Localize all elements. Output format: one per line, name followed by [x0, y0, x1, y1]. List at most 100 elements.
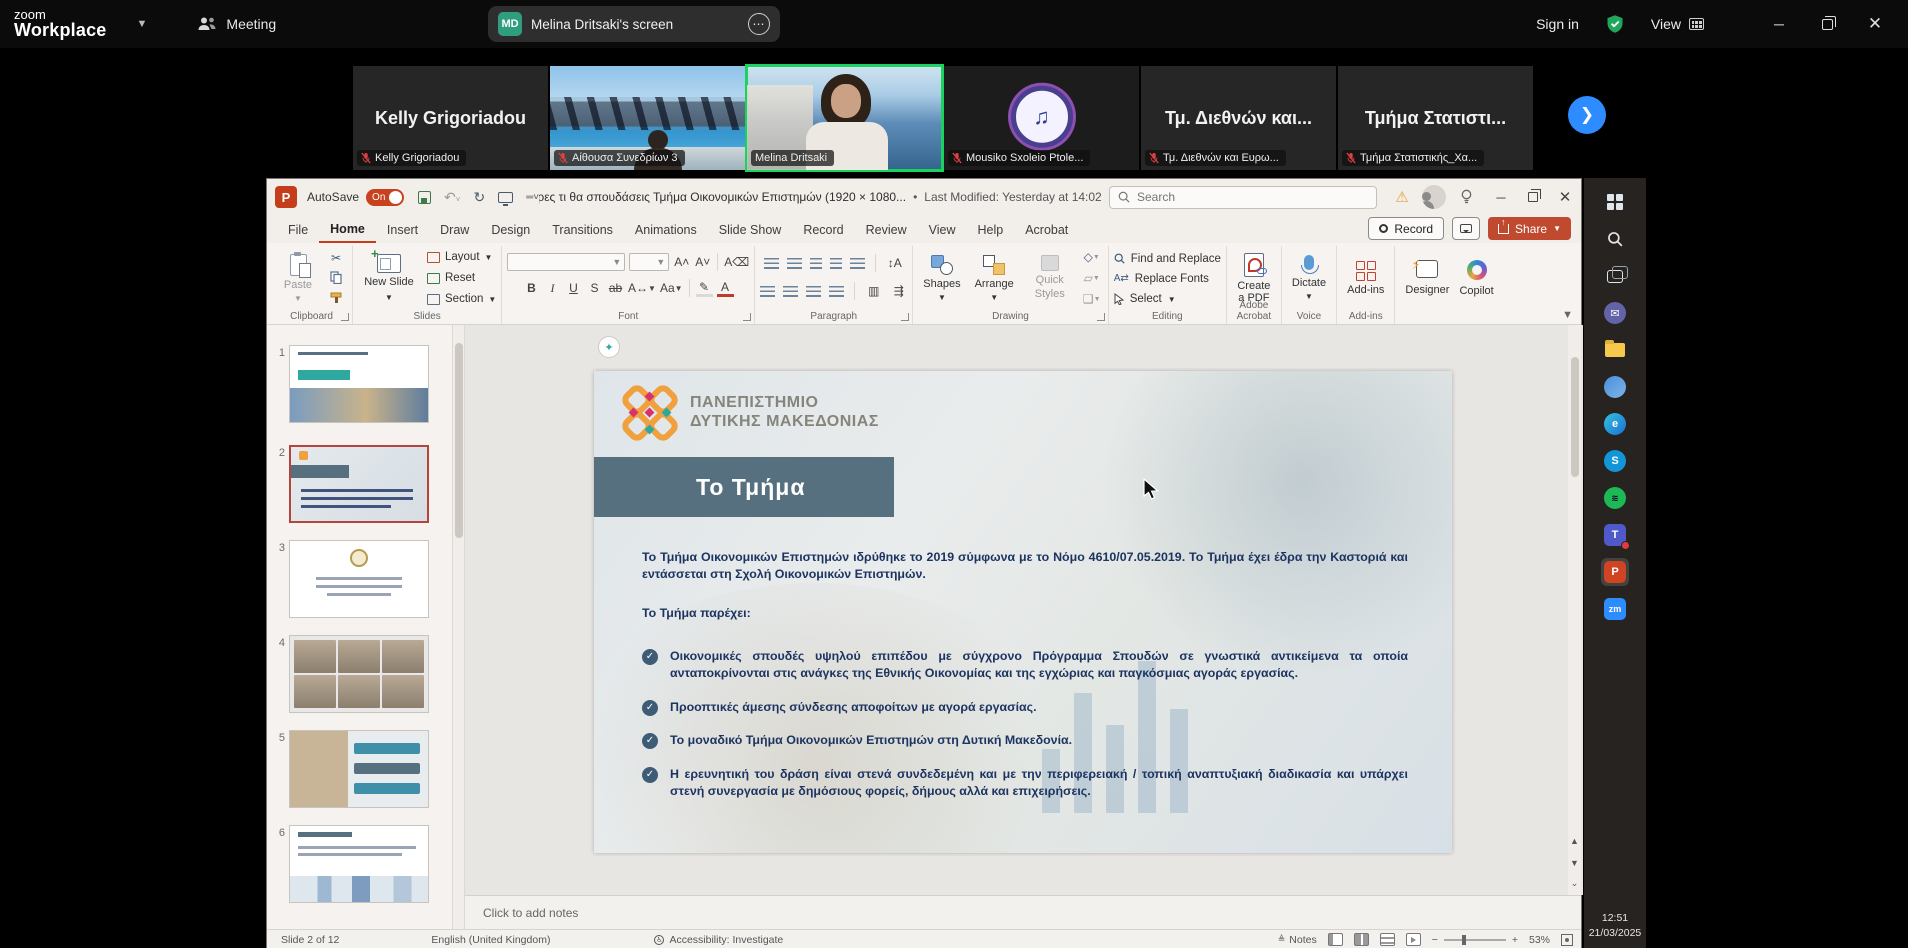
slide-thumbnail-1[interactable] [289, 345, 429, 423]
numbering-icon[interactable] [787, 258, 802, 269]
ribbon-tab-view[interactable]: View [918, 215, 967, 243]
previous-slide-button[interactable]: ▲ [1568, 831, 1581, 851]
slide-thumbnail-3[interactable] [289, 540, 429, 618]
ppt-minimize-button[interactable]: ─ [1485, 182, 1517, 212]
slideshow-icon[interactable] [498, 192, 513, 203]
save-icon[interactable] [418, 191, 431, 204]
video-tile-statistikis[interactable]: Τμήμα Στατιστι... Τμήμα Στατιστικής_Χα..… [1338, 66, 1533, 170]
account-icon[interactable] [1421, 184, 1447, 210]
ribbon-tab-record[interactable]: Record [792, 215, 854, 243]
share-button[interactable]: Share ▼ [1488, 217, 1571, 240]
new-slide-button[interactable]: New Slide ▼ [358, 248, 420, 308]
create-pdf-button[interactable]: Create a PDF [1232, 248, 1276, 308]
fit-slide-to-window-icon[interactable] [1561, 934, 1573, 946]
underline-icon[interactable]: U [565, 280, 582, 297]
ribbon-tab-review[interactable]: Review [855, 215, 918, 243]
slide-scrollbar[interactable]: ▲ ▼ ⌄ [1568, 325, 1581, 895]
view-button[interactable]: View [1651, 16, 1704, 32]
start-button[interactable] [1601, 188, 1629, 216]
lightbulb-icon[interactable] [1453, 184, 1479, 210]
notes-pane[interactable]: Click to add notes [465, 895, 1581, 929]
minimize-button[interactable]: ─ [1762, 9, 1796, 39]
edge-icon[interactable]: e [1601, 410, 1629, 438]
video-tile-melina[interactable]: Melina Dritsaki [747, 66, 942, 170]
text-direction-icon[interactable]: ↕A [886, 255, 903, 272]
dictate-button[interactable]: Dictate ▼ [1287, 248, 1331, 308]
find-replace-button[interactable]: Find and Replace [1114, 250, 1221, 267]
ribbon-tab-animations[interactable]: Animations [624, 215, 708, 243]
skype-icon[interactable]: S [1601, 447, 1629, 475]
justify-icon[interactable] [829, 286, 844, 297]
align-left-icon[interactable] [760, 286, 775, 297]
language-indicator[interactable]: English (United Kingdom) [431, 934, 550, 946]
video-tile-diethnon[interactable]: Τμ. Διεθνών και... Τμ. Διεθνών και Ευρω.… [1141, 66, 1336, 170]
security-shield-icon[interactable] [1605, 13, 1625, 35]
zoom-in-icon[interactable]: + [1512, 934, 1518, 946]
bullets-icon[interactable] [764, 258, 779, 269]
shape-fill-icon[interactable]: ◇▼ [1081, 248, 1103, 266]
scrollbar-thumb[interactable] [455, 343, 463, 538]
ppt-restore-button[interactable] [1517, 182, 1549, 212]
comments-button[interactable] [1452, 217, 1480, 240]
normal-view-button[interactable] [1328, 933, 1343, 946]
more-options-icon[interactable]: ⋯ [748, 13, 770, 35]
video-tile-room[interactable]: Αίθουσα Συνεδρίων 3 [550, 66, 745, 170]
ribbon-tab-help[interactable]: Help [966, 215, 1014, 243]
select-button[interactable]: Select ▼ [1114, 291, 1176, 308]
ribbon-tab-file[interactable]: File [277, 215, 319, 243]
slideshow-view-button[interactable] [1406, 933, 1421, 946]
bold-icon[interactable]: B [523, 280, 540, 297]
shape-effects-icon[interactable]: ❑▼ [1081, 290, 1103, 308]
slide-thumbnail-4[interactable] [289, 635, 429, 713]
powerpoint-taskbar-icon[interactable]: P [1601, 558, 1629, 586]
italic-icon[interactable]: I [544, 280, 561, 297]
ribbon-tab-transitions[interactable]: Transitions [541, 215, 624, 243]
design-ideas-button[interactable]: ✦ [598, 336, 620, 358]
slide-sorter-view-button[interactable] [1354, 933, 1369, 946]
slide-thumbnail-5[interactable] [289, 730, 429, 808]
teams-icon[interactable]: T [1601, 521, 1629, 549]
quick-styles-button[interactable]: Quick Styles [1023, 248, 1077, 308]
shape-outline-icon[interactable]: ▱▼ [1081, 269, 1103, 287]
drawing-dialog-launcher[interactable] [1097, 313, 1105, 321]
autosave-toggle[interactable]: On [366, 189, 404, 206]
slide-title-band[interactable]: Το Τμήμα [594, 457, 894, 517]
slide[interactable]: ΠΑΝΕΠΙΣΤΗΜΙΟ ΔΥΤΙΚΗΣ ΜΑΚΕΔΟΝΙΑΣ Το Τμήμα… [594, 371, 1452, 853]
increase-indent-icon[interactable] [830, 258, 842, 269]
zoom-out-icon[interactable]: − [1432, 934, 1438, 946]
customize-toolbar-icon[interactable]: ═˅ [526, 192, 539, 203]
cut-icon[interactable]: ✂ [325, 248, 347, 267]
clear-formatting-icon[interactable]: A⌫ [724, 254, 749, 271]
spotify-icon[interactable]: ≋ [1601, 484, 1629, 512]
collapse-ribbon-icon[interactable]: ▼ [1562, 309, 1573, 321]
accessibility-status[interactable]: ♿ Accessibility: Investigate [654, 934, 783, 946]
paste-button[interactable]: Paste ▼ [276, 248, 320, 308]
photos-icon[interactable] [1601, 373, 1629, 401]
addins-button[interactable]: Add-ins [1342, 248, 1389, 308]
smartart-icon[interactable]: ⇶ [890, 283, 907, 300]
tab-shared-screen[interactable]: MD Melina Dritsaki's screen ⋯ [488, 6, 780, 42]
sign-in-button[interactable]: Sign in [1536, 16, 1579, 32]
video-tile-mousiko[interactable]: ♫ Mousiko Sxoleio Ptole... [944, 66, 1139, 170]
align-center-icon[interactable] [783, 286, 798, 297]
text-shadow-icon[interactable]: S [586, 280, 603, 297]
columns-icon[interactable]: ▥ [865, 283, 882, 300]
ribbon-tab-draw[interactable]: Draw [429, 215, 480, 243]
video-tile-kelly[interactable]: Kelly Grigoriadou Kelly Grigoriadou [353, 66, 548, 170]
mail-icon[interactable]: ✉ [1601, 299, 1629, 327]
thumbnail-scrollbar[interactable] [453, 325, 465, 929]
file-explorer-icon[interactable] [1601, 336, 1629, 364]
zoom-slider[interactable]: − + [1432, 934, 1518, 946]
zoom-level[interactable]: 53% [1529, 934, 1550, 946]
arrange-button[interactable]: Arrange ▼ [970, 248, 1019, 308]
slide-thumbnail-2[interactable] [289, 445, 429, 523]
taskbar-search-icon[interactable] [1601, 225, 1629, 253]
record-button[interactable]: Record [1368, 217, 1444, 240]
scrollbar-thumb[interactable] [1571, 357, 1579, 477]
layout-button[interactable]: Layout▼ [427, 248, 492, 266]
format-painter-icon[interactable] [325, 288, 347, 307]
ppt-close-button[interactable]: ✕ [1549, 182, 1581, 212]
zoom-taskbar-icon[interactable]: zm [1601, 595, 1629, 623]
search-box[interactable] [1109, 186, 1377, 209]
align-right-icon[interactable] [806, 286, 821, 297]
